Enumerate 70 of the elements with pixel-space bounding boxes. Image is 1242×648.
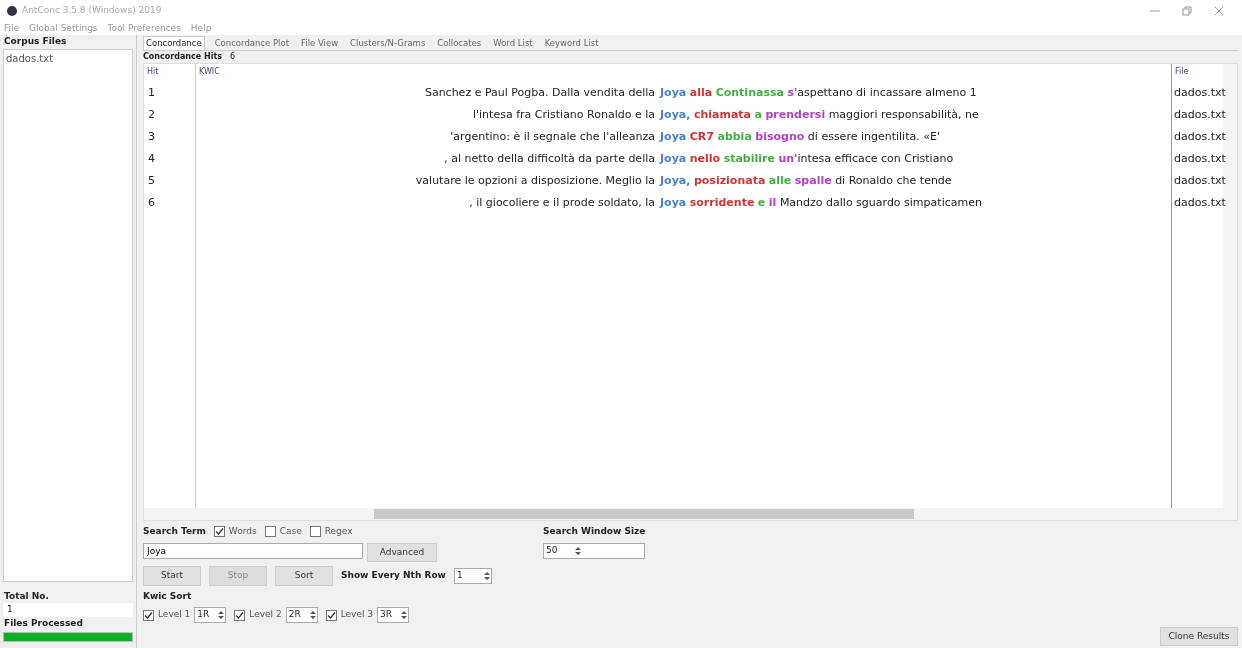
nth-row-label: Show Every Nth Row bbox=[341, 569, 446, 582]
nth-row-spinner[interactable]: 1 bbox=[453, 567, 492, 584]
total-label: Total No. bbox=[3, 589, 50, 603]
keyword-context: Joya CR7 abbia bisogno di essere ingentilita. «E' bbox=[660, 129, 940, 145]
tab[interactable]: Concordance Plot bbox=[212, 37, 291, 50]
hits-count: 6 bbox=[230, 51, 236, 63]
advanced-button[interactable]: Advanced bbox=[367, 542, 437, 562]
left-context: valutare le opzioni a disposizione. Meglio la bbox=[414, 173, 656, 189]
app-icon bbox=[6, 5, 18, 17]
level-label: Level 1 bbox=[158, 608, 191, 622]
checkbox[interactable] bbox=[309, 526, 321, 538]
action-button[interactable]: Start bbox=[143, 566, 201, 586]
option-label: Words bbox=[228, 525, 257, 538]
total-value: 1 bbox=[3, 603, 133, 617]
close-icon[interactable] bbox=[1214, 6, 1224, 16]
hit-number: 5 bbox=[147, 173, 156, 189]
tab[interactable]: Collocates bbox=[435, 37, 484, 50]
keyword-context: Joya, chiamata a prendersi maggiori responsabilità, ne bbox=[660, 107, 979, 123]
spinner-arrows-icon[interactable] bbox=[217, 609, 226, 621]
column-header[interactable]: File bbox=[1175, 66, 1189, 78]
panel-title: Corpus Files bbox=[3, 35, 68, 48]
search-term-label: Search Term bbox=[143, 525, 206, 538]
spinner-arrows-icon[interactable] bbox=[574, 544, 582, 557]
keyword-context: Joya, posizionata alle spalle di Ronaldo che tende bbox=[660, 173, 952, 189]
tab[interactable]: Word List bbox=[491, 37, 535, 50]
column-header[interactable]: KWIC bbox=[199, 66, 220, 78]
level-spinner[interactable]: 1R bbox=[194, 607, 227, 623]
left-context: , al netto della difficoltà da parte della bbox=[443, 151, 656, 167]
tab[interactable]: Keyword List bbox=[542, 37, 601, 50]
horizontal-scrollbar[interactable] bbox=[144, 508, 1237, 520]
window-title: AntConc 3.5.8 (Windows) 2019 bbox=[22, 4, 162, 18]
left-context: Sanchez e Paul Pogba. Dalla vendita della bbox=[423, 85, 656, 101]
hit-number: 6 bbox=[147, 195, 156, 211]
level-label: Level 3 bbox=[340, 608, 374, 622]
level-label: Level 2 bbox=[249, 608, 282, 622]
checkbox[interactable] bbox=[264, 526, 276, 538]
column-header[interactable]: Hit bbox=[147, 66, 159, 78]
level-spinner[interactable]: 2R bbox=[285, 607, 318, 623]
tab[interactable]: File View bbox=[299, 37, 341, 50]
option-label: Regex bbox=[324, 525, 353, 538]
hit-number: 2 bbox=[147, 107, 156, 123]
left-context: l'intesa fra Cristiano Ronaldo e la bbox=[472, 107, 656, 123]
files-processed-label: Files Processed bbox=[3, 616, 84, 630]
level-spinner[interactable]: 3R bbox=[377, 607, 410, 623]
hit-number: 1 bbox=[147, 85, 156, 101]
action-button[interactable]: Sort bbox=[275, 566, 333, 586]
spinner-arrows-icon[interactable] bbox=[400, 609, 409, 621]
spinner-arrows-icon[interactable] bbox=[308, 609, 317, 621]
tab[interactable]: Concordance bbox=[143, 36, 205, 50]
keyword-context: Joya nello stabilire un'intesa efficace con Cristiano bbox=[660, 151, 954, 167]
left-context: 'argentino: è il segnale che l'alleanza bbox=[449, 129, 656, 145]
window-size-spinner[interactable]: 50 bbox=[543, 542, 646, 559]
checkbox[interactable] bbox=[234, 609, 246, 621]
search-window-label: Search Window Size bbox=[543, 525, 646, 538]
tab[interactable]: Clusters/N-Grams bbox=[348, 37, 428, 50]
hit-number: 3 bbox=[147, 129, 156, 145]
kwic-sort-label: Kwic Sort bbox=[143, 589, 193, 603]
hit-number: 4 bbox=[147, 151, 156, 167]
option-label: Case bbox=[279, 525, 302, 538]
checkbox[interactable] bbox=[213, 526, 225, 538]
left-context: , il giocoliere e il prode soldato, la bbox=[468, 195, 656, 211]
file-item[interactable]: dados.txt bbox=[6, 50, 130, 66]
spinner-arrows-icon[interactable] bbox=[482, 569, 491, 582]
clone-results-button[interactable]: Clone Results bbox=[1160, 626, 1238, 646]
keyword-context: Joya alla Continassa s'aspettano di incassare almeno 1 bbox=[660, 85, 977, 101]
checkbox[interactable] bbox=[143, 609, 154, 621]
search-field[interactable]: Joya bbox=[143, 542, 363, 559]
checkbox[interactable] bbox=[325, 609, 337, 621]
hits-label: Concordance Hits bbox=[143, 51, 223, 63]
keyword-context: Joya sorridente e il Mandzo dallo sguardo simpaticamen bbox=[660, 195, 982, 211]
